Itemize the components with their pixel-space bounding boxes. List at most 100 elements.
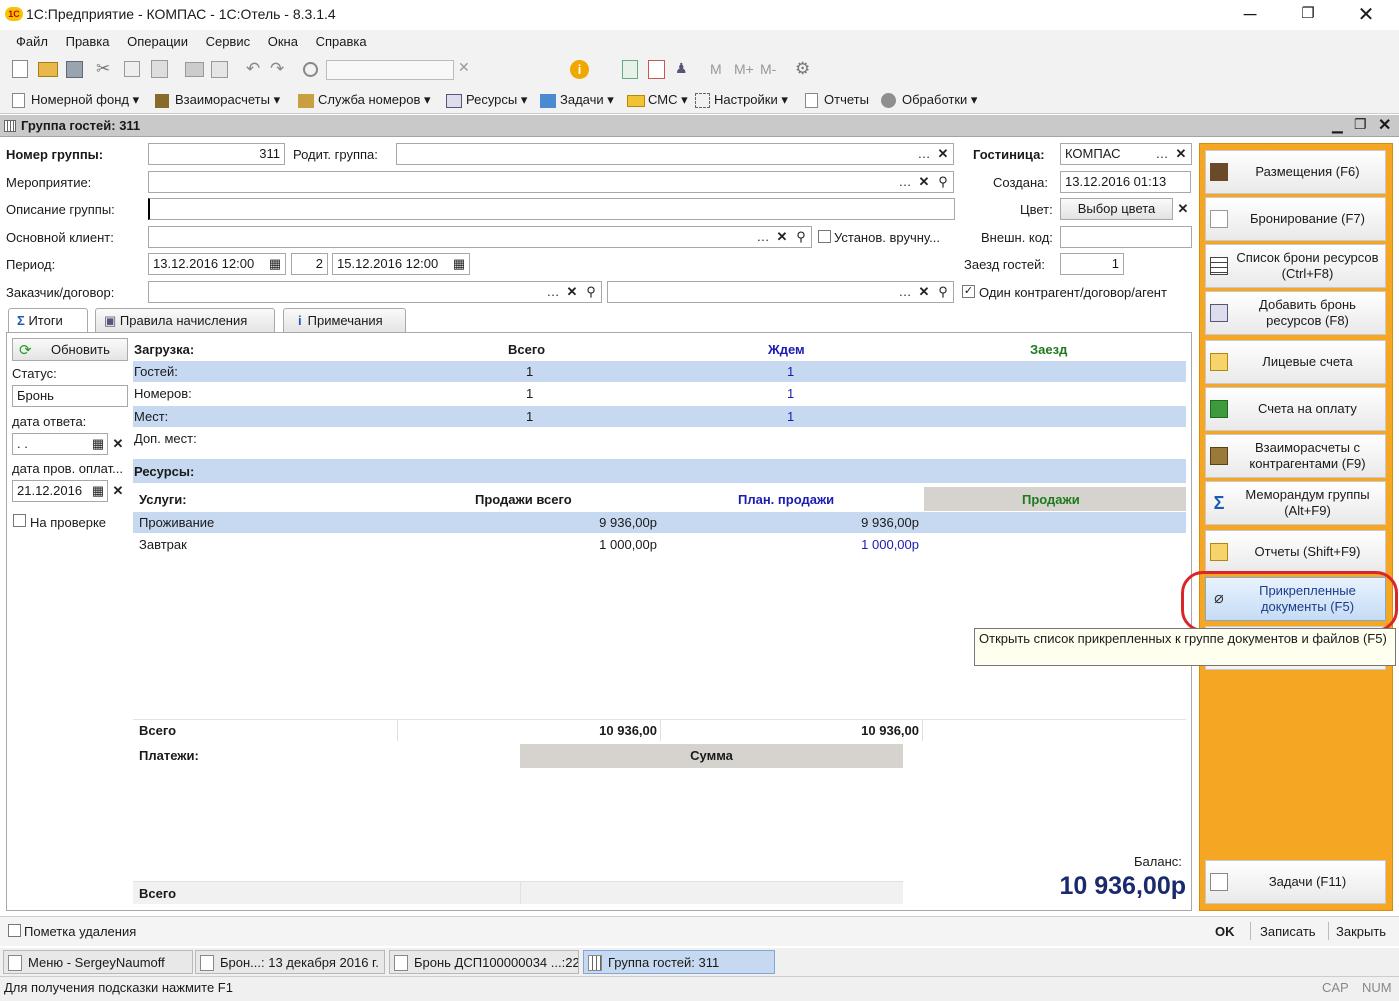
search-combo[interactable] [326,60,454,80]
event-search-icon[interactable]: ⚲ [934,172,952,192]
client-select-button[interactable]: … [754,227,772,247]
event-field[interactable] [148,171,954,193]
toolbar-settings[interactable]: Настройки ▾ [695,92,788,109]
maximize-icon[interactable]: ❐ [1298,4,1318,24]
undo-icon[interactable]: ↶ [246,59,260,79]
manual-checkbox[interactable] [818,230,831,243]
answer-date-clear-icon[interactable]: ✕ [109,434,127,454]
counterparty-settlements-button[interactable]: Взаиморасчеты с контрагентами (F9) [1205,434,1386,478]
menu-windows[interactable]: Окна [268,34,298,49]
ok-button[interactable]: OK [1215,924,1235,939]
tab-totals[interactable]: Σ Итоги [8,308,88,332]
customer-search-icon[interactable]: ⚲ [582,282,600,302]
search-clear-icon[interactable]: ✕ [458,59,470,76]
toolbar-room-service[interactable]: Служба номеров ▾ [298,92,431,108]
booking-button[interactable]: Бронирование (F7) [1205,197,1386,241]
info-icon[interactable]: i [570,60,589,79]
on-check-checkbox[interactable] [13,514,26,527]
form-minimize-icon[interactable]: ▁ [1332,117,1343,134]
parent-group-select-button[interactable]: … [915,144,933,164]
hotel-clear-icon[interactable]: ✕ [1172,144,1190,164]
memory-minus-icon[interactable]: M- [760,61,776,77]
event-clear-icon[interactable]: ✕ [915,172,933,192]
redo-icon[interactable]: ↷ [270,59,284,79]
parent-group-field[interactable] [396,143,954,165]
users-icon[interactable]: ♟ [675,60,693,79]
find-icon[interactable] [303,62,318,77]
pay-check-calendar-icon[interactable]: ▦ [89,481,107,501]
customer-field[interactable] [148,281,602,303]
customer-select-button[interactable]: … [544,282,562,302]
folio-accounts-button[interactable]: Лицевые счета [1205,340,1386,384]
taskbar-item-guest-group[interactable]: Группа гостей: 311 [583,950,775,974]
calculator-icon[interactable] [622,60,638,79]
customer-clear-icon[interactable]: ✕ [563,282,581,302]
color-clear-icon[interactable]: ✕ [1174,199,1192,219]
preview-icon[interactable] [211,61,228,78]
reports-button[interactable]: Отчеты (Shift+F9) [1205,530,1386,574]
period-to-calendar-icon[interactable]: ▦ [450,254,468,274]
taskbar-item-booking[interactable]: Бронь ДСП100000034 ...:22 [389,950,579,974]
paste-icon[interactable] [151,60,168,78]
parent-group-clear-icon[interactable]: ✕ [934,144,952,164]
memory-plus-icon[interactable]: M+ [734,61,754,77]
taskbar-item-menu[interactable]: Меню - SergeyNaumoff [3,950,193,974]
pay-check-clear-icon[interactable]: ✕ [109,481,127,501]
answer-date-calendar-icon[interactable]: ▦ [89,434,107,454]
toolbar-reports[interactable]: Отчеты [805,92,869,109]
toolbar-settlements[interactable]: Взаиморасчеты ▾ [155,92,280,108]
period-from-calendar-icon[interactable]: ▦ [266,254,284,274]
refresh-button[interactable]: ⟳ Обновить [12,338,128,361]
checkin-field[interactable]: 1 [1060,253,1124,275]
nights-field[interactable]: 2 [291,253,328,275]
deletion-mark-checkbox[interactable] [8,924,21,937]
contract-clear-icon[interactable]: ✕ [915,282,933,302]
menu-file[interactable]: Файл [16,34,48,49]
invoices-button[interactable]: Счета на оплату [1205,387,1386,431]
tools-icon[interactable]: ⚙ [795,59,810,79]
hotel-select-button[interactable]: … [1153,144,1171,164]
memory-m-icon[interactable]: M [710,61,722,77]
color-select-button[interactable]: Выбор цвета [1060,198,1173,220]
description-field[interactable] [148,198,955,220]
client-search-icon[interactable]: ⚲ [792,227,810,247]
form-maximize-icon[interactable]: ❐ [1354,116,1367,133]
taskbar-item-booking-calendar[interactable]: Брон...: 13 декабря 2016 г. [195,950,385,974]
menu-operations[interactable]: Операции [127,34,188,49]
new-icon[interactable] [12,60,28,78]
placements-button[interactable]: Размещения (F6) [1205,150,1386,194]
print-icon[interactable] [185,62,204,77]
group-number-field[interactable]: 311 [148,143,285,165]
tasks-button[interactable]: Задачи (F11) [1205,860,1386,904]
toolbar-room-fund[interactable]: Номерной фонд ▾ [12,92,139,109]
tab-charge-rules[interactable]: ▣ Правила начисления [95,308,275,332]
client-clear-icon[interactable]: ✕ [773,227,791,247]
client-field[interactable] [148,226,812,248]
close-icon[interactable]: ✕ [1356,2,1376,26]
tab-notes[interactable]: i Примечания [283,308,406,332]
copy-icon[interactable] [124,61,140,77]
toolbar-sms[interactable]: СМС ▾ [627,92,688,108]
save-icon[interactable] [66,61,83,78]
contract-select-button[interactable]: … [896,282,914,302]
menu-help[interactable]: Справка [316,34,367,49]
save-button[interactable]: Записать [1260,924,1316,939]
single-agent-checkbox[interactable]: ✓ [962,285,975,298]
cut-icon[interactable]: ✂ [96,59,110,79]
group-memorandum-button[interactable]: Σ Меморандум группы (Alt+F9) [1205,481,1386,525]
menu-edit[interactable]: Правка [66,34,110,49]
event-select-button[interactable]: … [896,172,914,192]
ext-code-field[interactable] [1060,226,1192,248]
form-close-icon[interactable]: ✕ [1378,115,1391,135]
resource-bookings-button[interactable]: Список брони ресурсов (Ctrl+F8) [1205,244,1386,288]
close-button[interactable]: Закрыть [1336,924,1386,939]
calendar-icon[interactable] [648,60,665,79]
menu-service[interactable]: Сервис [206,34,251,49]
toolbar-tasks[interactable]: Задачи ▾ [540,92,614,108]
open-icon[interactable] [38,62,58,77]
minimize-icon[interactable]: ─ [1240,4,1260,24]
add-resource-booking-button[interactable]: Добавить бронь ресурсов (F8) [1205,291,1386,335]
toolbar-processing[interactable]: Обработки ▾ [881,92,977,109]
toolbar-resources[interactable]: Ресурсы ▾ [446,92,527,108]
contract-search-icon[interactable]: ⚲ [934,282,952,302]
